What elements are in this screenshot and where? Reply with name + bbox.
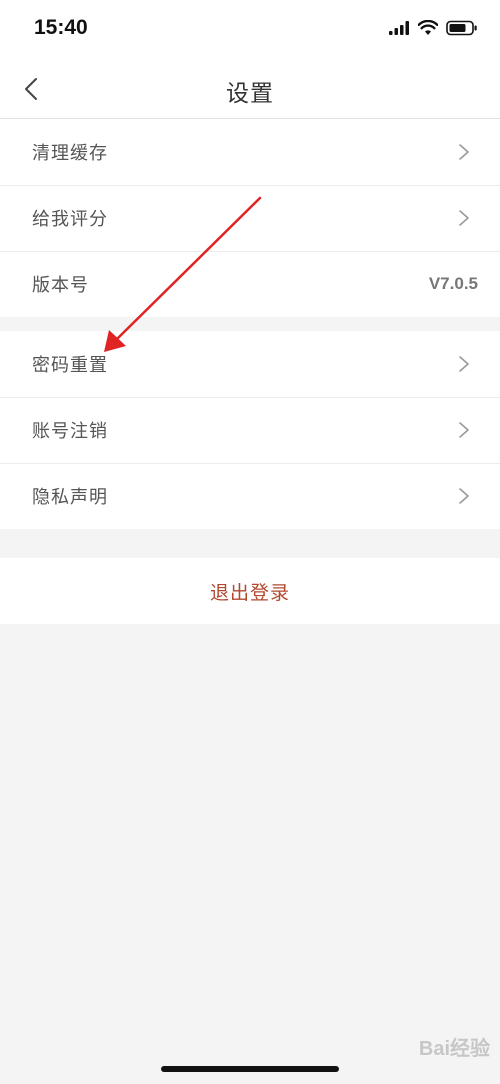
wifi-icon [418,20,438,35]
row-label: 密码重置 [32,355,108,376]
settings-row-clear-cache[interactable]: 清理缓存 [0,119,500,185]
settings-row-version: 版本号 V7.0.5 [0,251,500,317]
version-value: V7.0.5 [428,274,478,293]
status-bar: 15:40 [0,0,500,60]
nav-bar: 设置 [0,60,500,119]
row-label: 账号注销 [32,421,108,442]
settings-row-privacy-statement[interactable]: 隐私声明 [0,463,500,529]
row-label: 给我评分 [32,209,108,230]
row-label: 版本号 [32,275,89,296]
chevron-right-icon [459,356,469,372]
logout-button[interactable]: 退出登录 [0,558,500,624]
chevron-right-icon [459,488,469,504]
chevron-right-icon [459,210,469,226]
battery-icon [446,20,477,36]
page-title: 设置 [226,81,274,107]
cellular-signal-icon [389,21,409,35]
settings-row-rate-us[interactable]: 给我评分 [0,185,500,251]
watermark-logo: Bai经验 [418,1038,490,1060]
row-label: 隐私声明 [32,487,108,508]
settings-group-general: 清理缓存 给我评分 版本号 V7.0.5 [0,119,500,317]
status-time: 15:40 [34,16,88,39]
settings-group-account: 密码重置 账号注销 隐私声明 [0,331,500,529]
logout-label: 退出登录 [209,581,290,604]
home-indicator [161,1066,339,1072]
chevron-right-icon [459,422,469,438]
settings-row-password-reset[interactable]: 密码重置 [0,331,500,397]
row-label: 清理缓存 [32,143,108,164]
chevron-right-icon [459,144,469,160]
status-icons [388,20,478,36]
settings-row-account-cancel[interactable]: 账号注销 [0,397,500,463]
